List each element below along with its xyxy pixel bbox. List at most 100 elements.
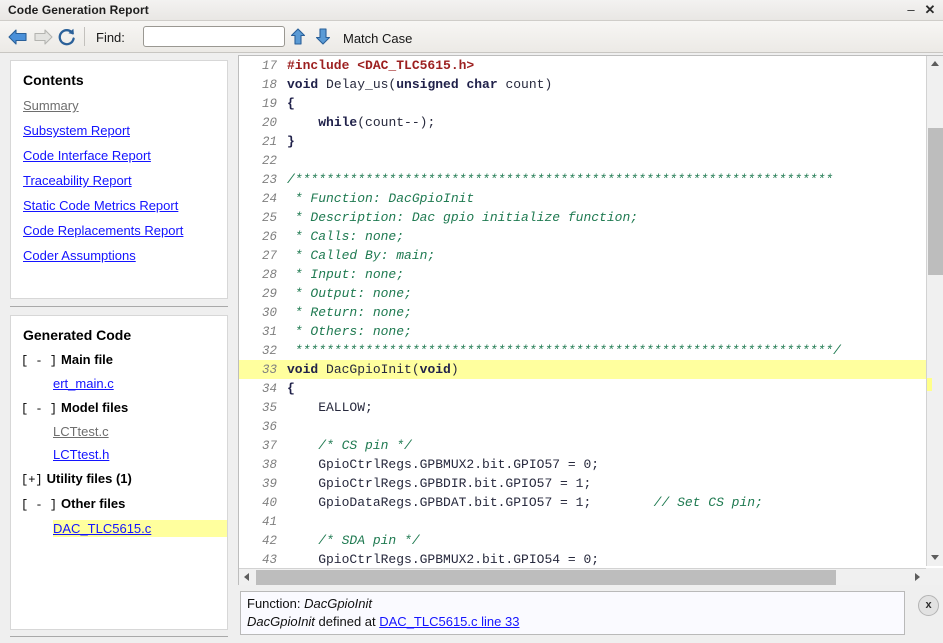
- code-line: 43 GpioCtrlRegs.GPBMUX2.bit.GPIO54 = 0;: [239, 550, 926, 566]
- contents-link[interactable]: Subsystem Report: [23, 113, 130, 138]
- generated-code-file-link[interactable]: ert_main.c: [53, 376, 114, 391]
- toolbar: Find:: [0, 21, 943, 53]
- code-generation-report-window: Code Generation Report – ✕ Find: Match C…: [0, 0, 943, 643]
- contents-link[interactable]: Traceability Report: [23, 163, 132, 188]
- code-line: 40 GpioDataRegs.GPBDAT.bit.GPIO57 = 1; /…: [239, 493, 926, 512]
- expand-collapse-toggle[interactable]: [ - ]: [21, 402, 57, 416]
- info-function-name: DacGpioInit: [304, 596, 373, 611]
- code-line-number: 23: [261, 173, 277, 187]
- code-line: 39 GpioCtrlRegs.GPBDIR.bit.GPIO57 = 1;: [239, 474, 926, 493]
- code-line-number: 32: [261, 344, 277, 358]
- code-token: * Called By: main;: [287, 248, 436, 263]
- generated-code-title: Generated Code: [23, 327, 132, 343]
- generated-code-panel: Generated Code [ - ] Main file ert_main.c[…: [10, 315, 228, 630]
- code-token: GpioCtrlRegs.GPBDIR.bit.GPIO57 = 1;: [287, 476, 592, 491]
- code-line-number: 17: [261, 59, 277, 73]
- info-function-line: Function: DacGpioInit: [247, 596, 372, 611]
- code-token: {: [287, 381, 295, 396]
- code-line: 18 void Delay_us(unsigned char count): [239, 75, 926, 94]
- generated-code-tree: [ - ] Main file ert_main.c [ - ] Model files…: [11, 352, 227, 537]
- reload-icon[interactable]: [56, 27, 78, 47]
- close-window-button[interactable]: ✕: [922, 2, 938, 18]
- code-line-number: 40: [261, 496, 277, 510]
- code-token: unsigned char: [396, 77, 498, 92]
- code-line: 41: [239, 512, 926, 531]
- code-line: 24 * Function: DacGpioInit: [239, 189, 926, 208]
- contents-link[interactable]: Code Interface Report: [23, 138, 151, 163]
- match-case-label[interactable]: Match Case: [343, 31, 412, 46]
- code-token: (count--);: [357, 115, 436, 130]
- code-token: * Function: DacGpioInit: [287, 191, 475, 206]
- code-line-number: 28: [261, 268, 277, 282]
- minimize-button[interactable]: –: [903, 2, 919, 18]
- find-label: Find:: [96, 30, 125, 45]
- code-horizontal-scrollbar[interactable]: [239, 568, 926, 585]
- contents-link[interactable]: Static Code Metrics Report: [23, 188, 178, 213]
- code-token: /***************************************…: [287, 172, 834, 187]
- code-line-number: 21: [261, 135, 277, 149]
- code-line-number: 25: [261, 211, 277, 225]
- code-line: 33 void DacGpioInit(void): [239, 360, 926, 379]
- horizontal-scroll-thumb[interactable]: [256, 570, 836, 585]
- code-line: 17 #include <DAC_TLC5615.h>: [239, 56, 926, 75]
- code-viewer: 17 #include <DAC_TLC5615.h> 18 void Delay_u…: [238, 55, 943, 585]
- arrow-up-icon[interactable]: [289, 27, 307, 46]
- scroll-up-icon[interactable]: [927, 56, 943, 72]
- info-definition-link[interactable]: DAC_TLC5615.c line 33: [379, 614, 519, 629]
- generated-code-file-link[interactable]: LCTtest.h: [53, 447, 109, 462]
- generated-code-group-label: Other files: [61, 496, 126, 511]
- scrollbar-corner: [926, 568, 943, 585]
- info-definition-mid: defined at: [314, 614, 380, 629]
- code-vertical-scrollbar[interactable]: [926, 56, 943, 566]
- code-line: 35 EALLOW;: [239, 398, 926, 417]
- info-definition-name: DacGpioInit: [247, 614, 315, 629]
- code-line-number: 33: [261, 363, 277, 377]
- function-info-panel: Function: DacGpioInit DacGpioInit define…: [240, 591, 905, 635]
- code-token: /* CS pin */: [318, 438, 412, 453]
- generated-code-file-link[interactable]: LCTtest.c: [53, 424, 109, 439]
- code-line: 36: [239, 417, 926, 436]
- back-arrow-icon[interactable]: [7, 27, 29, 47]
- code-line-number: 39: [261, 477, 277, 491]
- code-line: 34 {: [239, 379, 926, 398]
- close-info-panel-button[interactable]: x: [918, 595, 939, 616]
- code-line: 42 /* SDA pin */: [239, 531, 926, 550]
- toolbar-separator: [84, 27, 85, 46]
- code-token: * Calls: none;: [287, 229, 405, 244]
- code-line: 28 * Input: none;: [239, 265, 926, 284]
- scroll-right-icon[interactable]: [910, 569, 926, 585]
- code-line-number: 41: [261, 515, 277, 529]
- code-line-number: 30: [261, 306, 277, 320]
- code-line-number: 35: [261, 401, 277, 415]
- scroll-left-icon[interactable]: [239, 569, 255, 585]
- code-line-number: 20: [261, 116, 277, 130]
- code-line: 29 * Output: none;: [239, 284, 926, 303]
- code-line-number: 36: [261, 420, 277, 434]
- expand-collapse-toggle[interactable]: [ - ]: [21, 354, 57, 368]
- code-line-number: 31: [261, 325, 277, 339]
- code-line-number: 37: [261, 439, 277, 453]
- scroll-down-icon[interactable]: [927, 550, 943, 566]
- code-line-number: 43: [261, 553, 277, 566]
- contents-link[interactable]: Summary: [23, 88, 79, 113]
- search-input[interactable]: [143, 26, 285, 47]
- title-bar: Code Generation Report – ✕: [0, 0, 943, 21]
- code-line: 22: [239, 151, 926, 170]
- contents-link[interactable]: Code Replacements Report: [23, 213, 183, 238]
- code-line-number: 22: [261, 154, 277, 168]
- contents-link[interactable]: Coder Assumptions: [23, 238, 136, 263]
- expand-collapse-toggle[interactable]: [+]: [21, 473, 43, 487]
- generated-code-file-link[interactable]: DAC_TLC5615.c: [53, 520, 227, 537]
- code-token: GpioCtrlRegs.GPBMUX2.bit.GPIO57 = 0;: [287, 457, 600, 472]
- arrow-down-icon[interactable]: [314, 27, 332, 46]
- code-line-number: 18: [261, 78, 277, 92]
- vertical-scroll-thumb[interactable]: [928, 128, 943, 275]
- code-token: void: [287, 77, 319, 92]
- code-line-number: 42: [261, 534, 277, 548]
- code-line: 20 while(count--);: [239, 113, 926, 132]
- expand-collapse-toggle[interactable]: [ - ]: [21, 498, 57, 512]
- code-line: 23 /*************************************…: [239, 170, 926, 189]
